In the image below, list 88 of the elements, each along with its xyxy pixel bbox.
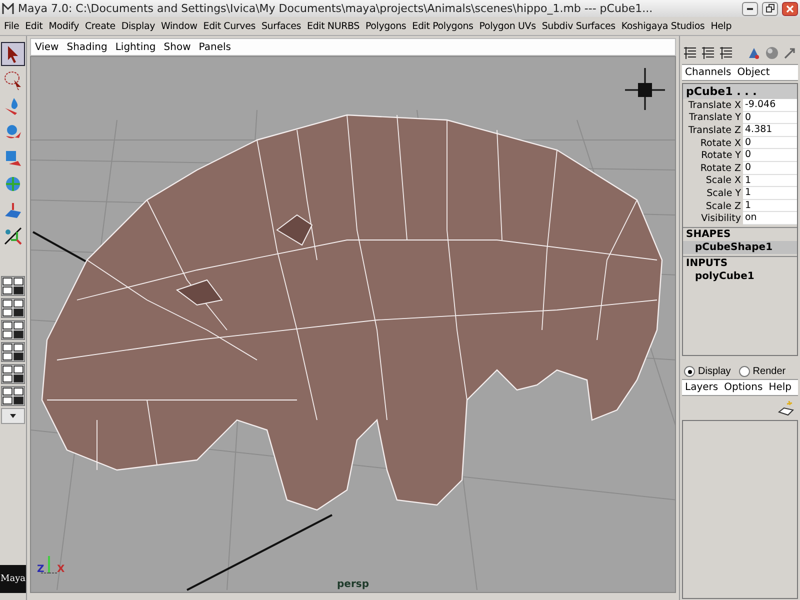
- menu-item[interactable]: Surfaces: [258, 20, 304, 32]
- panel-menu-item[interactable]: View: [31, 42, 63, 52]
- layout-button[interactable]: [1, 342, 25, 362]
- new-layer-icon[interactable]: [777, 399, 795, 417]
- panel-layout-icon: [2, 321, 24, 339]
- attribute-label: Translate X: [687, 100, 742, 111]
- manipulator-icon: [3, 174, 23, 194]
- caret-icon: [10, 414, 16, 418]
- minimize-button[interactable]: [742, 2, 758, 16]
- restore-button[interactable]: [762, 2, 778, 16]
- axis-label: X: [57, 564, 65, 575]
- menu-item[interactable]: Help: [708, 20, 735, 32]
- layout-button[interactable]: [1, 298, 25, 318]
- attribute-value-field[interactable]: 0: [743, 136, 797, 150]
- menu-item[interactable]: Window: [158, 20, 200, 32]
- menu-item[interactable]: Edit Polygons: [409, 20, 476, 32]
- attribute-label: Rotate Z: [699, 162, 742, 174]
- attribute-label: Translate Y: [688, 112, 742, 124]
- attribute-label: Translate Z: [687, 124, 742, 136]
- attribute-label: Scale Z: [704, 200, 742, 212]
- attribute-value-field[interactable]: 1: [743, 187, 797, 200]
- menu-item[interactable]: Polygons: [362, 20, 410, 32]
- mode-radio[interactable]: Render: [738, 366, 786, 377]
- layout-button[interactable]: [1, 320, 25, 340]
- attribute-value-field[interactable]: -9.046: [743, 99, 797, 112]
- list-view-icon[interactable]: [718, 44, 734, 62]
- mode-radio[interactable]: Display: [684, 366, 731, 377]
- menu-item[interactable]: Koshigaya Studios: [618, 20, 708, 32]
- panel-layout-icon: [2, 343, 24, 361]
- camera-label: persp: [337, 579, 369, 590]
- attribute-label: Scale X: [704, 175, 742, 186]
- scale-tool-icon: [3, 148, 23, 168]
- window-title: Maya 7.0: C:\Documents and Settings\Ivica\My Documents\maya\projects\Animals\scenes\hippo_1.mb --- pCube1...: [18, 2, 654, 15]
- panel-layout-icon: [2, 277, 24, 295]
- tool-button[interactable]: [1, 42, 25, 66]
- attribute-value-field[interactable]: 4.381: [743, 124, 797, 137]
- section-header: INPUTS: [683, 256, 797, 270]
- channel-box-menu-item[interactable]: Channels: [685, 67, 732, 78]
- soft-modify-icon: [3, 200, 23, 220]
- menu-item[interactable]: File: [1, 20, 22, 32]
- transform-axes-icon: [3, 226, 23, 246]
- panel-layout-icon: [2, 387, 24, 405]
- menu-item[interactable]: Modify: [46, 20, 82, 32]
- menu-item[interactable]: Edit: [22, 20, 46, 32]
- node-item[interactable]: polyCube1: [683, 270, 797, 283]
- layout-button[interactable]: [1, 386, 25, 406]
- panel-menu-item[interactable]: Lighting: [111, 42, 160, 52]
- panel-menu-item[interactable]: Show: [160, 42, 195, 52]
- attribute-value-field[interactable]: 1: [743, 174, 797, 188]
- expand-button[interactable]: [1, 408, 25, 424]
- app-logo-icon: [2, 2, 14, 14]
- panel-menu-item[interactable]: Shading: [62, 42, 112, 52]
- attribute-label: Rotate X: [699, 138, 742, 149]
- attribute-label: Scale Y: [706, 188, 742, 199]
- attribute-label: Rotate Y: [700, 150, 742, 162]
- menu-item[interactable]: Edit NURBS: [304, 20, 362, 32]
- layer-menu-item[interactable]: Options: [724, 382, 763, 393]
- attribute-value-field[interactable]: 1: [743, 200, 797, 212]
- channel-box-menu-item[interactable]: Object: [737, 67, 770, 78]
- maya-logo: Maya: [0, 565, 26, 593]
- close-button[interactable]: [782, 2, 798, 16]
- menu-item[interactable]: Polygon UVs: [476, 20, 539, 32]
- menu-item[interactable]: Edit Curves: [200, 20, 258, 32]
- layout-button[interactable]: [1, 364, 25, 384]
- attribute-value-field[interactable]: 0: [743, 149, 797, 162]
- layer-menu-item[interactable]: Help: [768, 382, 792, 393]
- menu-item[interactable]: Create: [82, 20, 118, 32]
- menu-item[interactable]: Subdiv Surfaces: [538, 20, 618, 32]
- attribute-value-field[interactable]: 0: [743, 162, 797, 175]
- node-item[interactable]: pCubeShape1: [683, 240, 797, 254]
- attribute-label: Visibility: [700, 213, 742, 224]
- list-view-icon[interactable]: [682, 44, 698, 62]
- panel-layout-icon: [2, 365, 24, 383]
- lasso-icon: [3, 70, 23, 90]
- axis-label: Z: [37, 564, 44, 575]
- panel-layout-icon: [2, 299, 24, 317]
- object-name: pCube1 . . .: [683, 84, 797, 99]
- list-view-icon[interactable]: [700, 44, 716, 62]
- menu-item[interactable]: Display: [118, 20, 158, 32]
- close-icon: [786, 4, 794, 12]
- panel-menu-item[interactable]: Panels: [194, 42, 235, 52]
- attribute-value-field[interactable]: on: [743, 212, 797, 225]
- attribute-value-field[interactable]: 0: [743, 112, 797, 124]
- minimize-icon: [747, 8, 753, 10]
- view-cube-icon: [624, 67, 666, 111]
- layout-button[interactable]: [1, 276, 25, 296]
- layer-menu-item[interactable]: Layers: [685, 382, 718, 393]
- restore-icon: [766, 4, 774, 13]
